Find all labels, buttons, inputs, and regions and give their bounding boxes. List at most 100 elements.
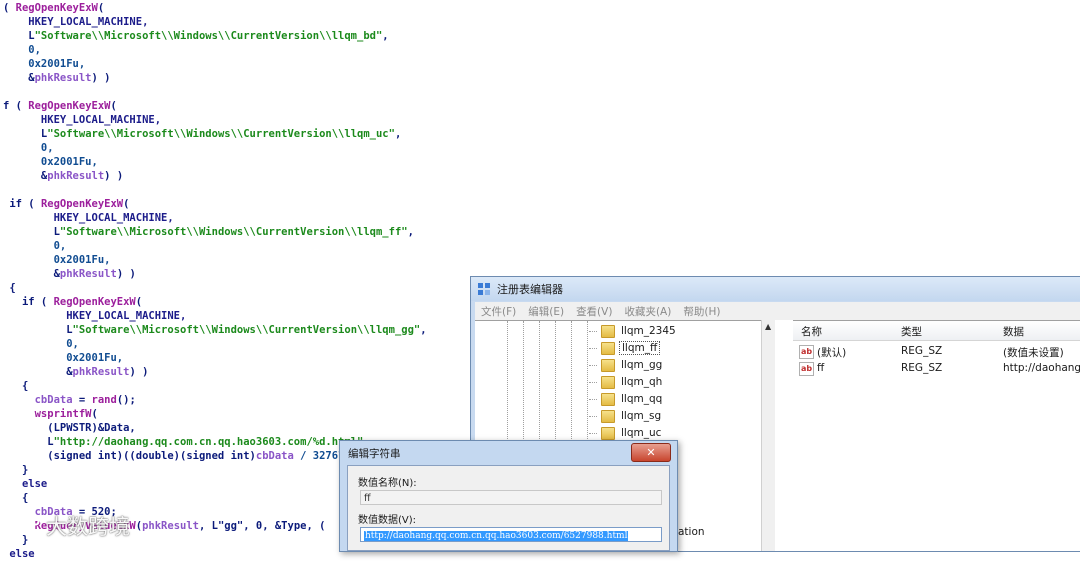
code-token: "Software\\Microsoft\\Windows\\CurrentVe… bbox=[34, 30, 383, 42]
code-token: cbData bbox=[255, 450, 294, 462]
code-token: L bbox=[3, 324, 73, 336]
code-token: HKEY_LOCAL_MACHINE, bbox=[3, 310, 187, 322]
code-token: wsprintfW bbox=[34, 408, 92, 420]
code-token: phkResult bbox=[59, 268, 117, 280]
code-token: ( bbox=[3, 2, 16, 14]
code-line: HKEY_LOCAL_MACHINE, bbox=[3, 113, 161, 127]
code-token: ) ) bbox=[129, 366, 149, 378]
tree-item-llqm-uc[interactable]: llqm_uc bbox=[589, 425, 663, 441]
folder-icon bbox=[601, 341, 615, 355]
code-token: 0x2001Fu, bbox=[3, 156, 98, 168]
code-line: 0, bbox=[3, 337, 79, 351]
folder-icon bbox=[601, 426, 615, 440]
value-row[interactable]: ab ff REG_SZ http://daohang. bbox=[793, 360, 1080, 377]
watermark: 大数跨境 bbox=[8, 512, 130, 540]
code-token: = bbox=[72, 394, 92, 406]
tree-item-llqm-sg[interactable]: llqm_sg bbox=[589, 408, 663, 424]
code-line: ( RegOpenKeyExW( bbox=[3, 1, 104, 15]
code-token: ( bbox=[123, 198, 130, 210]
string-value-icon: ab bbox=[799, 362, 814, 376]
code-line: if ( RegOpenKeyExW( bbox=[3, 295, 142, 309]
code-line: HKEY_LOCAL_MACHINE, bbox=[3, 15, 148, 29]
code-token: ( bbox=[97, 2, 105, 14]
code-token: , bbox=[407, 226, 414, 238]
code-token: 0, bbox=[3, 338, 79, 350]
code-token: ( bbox=[91, 408, 98, 420]
column-header-type[interactable]: 类型 bbox=[901, 324, 922, 339]
code-line: &phkResult) ) bbox=[3, 71, 110, 85]
code-token: ) ) bbox=[104, 170, 124, 182]
code-token: } bbox=[3, 464, 29, 476]
code-token: HKEY_LOCAL_MACHINE, bbox=[3, 16, 149, 28]
tree-scrollbar[interactable]: ▲ bbox=[761, 320, 776, 551]
code-token: L bbox=[3, 30, 35, 42]
folder-icon bbox=[601, 358, 615, 372]
code-token: rand bbox=[91, 394, 117, 406]
code-token: 0, bbox=[3, 240, 67, 252]
code-token: "Software\\Microsoft\\Windows\\CurrentVe… bbox=[59, 226, 408, 238]
code-token: & bbox=[3, 72, 35, 84]
value-data-field[interactable]: http://daohang.qq.com.cn.qq.hao3603.com/… bbox=[360, 527, 662, 542]
code-token: L bbox=[3, 128, 48, 140]
tree-item-llqm-qq[interactable]: llqm_qq bbox=[589, 391, 664, 407]
tree-item-llqm-2345[interactable]: llqm_2345 bbox=[589, 323, 678, 339]
value-data: (数值未设置) bbox=[1003, 347, 1064, 359]
code-token: 0x2001Fu, bbox=[3, 352, 124, 364]
menu-help[interactable]: 帮助(H) bbox=[677, 304, 726, 319]
dialog-body: 数值名称(N): ff 数值数据(V): http://daohang.qq.c… bbox=[347, 465, 670, 551]
menu-view[interactable]: 查看(V) bbox=[570, 304, 618, 319]
menu-favorites[interactable]: 收藏夹(A) bbox=[618, 304, 677, 319]
value-name-label: 数值名称(N): bbox=[358, 478, 417, 489]
registry-values-list[interactable]: 名称 类型 数据 ab (默认) REG_SZ (数值未设置) ab ff RE… bbox=[793, 320, 1080, 551]
watermark-text: 大数跨境 bbox=[46, 515, 130, 539]
regedit-titlebar[interactable]: 注册表编辑器 bbox=[471, 277, 1080, 301]
code-line: &phkResult) ) bbox=[3, 365, 148, 379]
code-line: f ( RegOpenKeyExW( bbox=[3, 99, 117, 113]
code-token: cbData bbox=[34, 394, 73, 406]
dialog-titlebar[interactable]: 编辑字符串 ✕ bbox=[340, 441, 677, 465]
code-line: cbData = rand(); bbox=[3, 393, 136, 407]
string-value-icon: ab bbox=[799, 345, 814, 359]
pane-splitter[interactable] bbox=[775, 320, 793, 551]
code-token: if ( bbox=[3, 198, 41, 210]
code-line: 0, bbox=[3, 43, 41, 57]
code-token: else bbox=[3, 548, 35, 560]
code-line: 0x2001Fu, bbox=[3, 155, 98, 169]
code-line: &phkResult) ) bbox=[3, 169, 123, 183]
code-line: HKEY_LOCAL_MACHINE, bbox=[3, 309, 186, 323]
column-header-data[interactable]: 数据 bbox=[1003, 324, 1024, 339]
code-token: L bbox=[3, 226, 60, 238]
scroll-up-arrow-icon[interactable]: ▲ bbox=[765, 322, 771, 331]
folder-icon bbox=[601, 375, 615, 389]
code-token: else bbox=[3, 478, 48, 490]
column-header-name[interactable]: 名称 bbox=[801, 324, 822, 339]
code-token: RegOpenKeyExW bbox=[53, 296, 136, 308]
value-type: REG_SZ bbox=[901, 362, 943, 374]
value-row[interactable]: ab (默认) REG_SZ (数值未设置) bbox=[793, 343, 1080, 360]
menu-edit[interactable]: 编辑(E) bbox=[522, 304, 570, 319]
partial-background-text: ation bbox=[678, 526, 705, 538]
value-name-field[interactable]: ff bbox=[360, 490, 662, 505]
code-line: 0x2001Fu, bbox=[3, 253, 111, 267]
code-token: L bbox=[3, 436, 54, 448]
tree-item-llqm-gg[interactable]: llqm_gg bbox=[589, 357, 664, 373]
watermark-logo-icon bbox=[8, 513, 42, 540]
code-token: (LPWSTR)&Data, bbox=[3, 422, 136, 434]
code-line: 0, bbox=[3, 141, 54, 155]
menu-file[interactable]: 文件(F) bbox=[475, 304, 522, 319]
close-button[interactable]: ✕ bbox=[631, 443, 671, 462]
code-token: 0, bbox=[3, 44, 41, 56]
value-name: ff bbox=[817, 362, 825, 374]
value-type: REG_SZ bbox=[901, 345, 943, 357]
code-token: { bbox=[3, 492, 29, 504]
code-token: ( bbox=[135, 296, 143, 308]
code-token: HKEY_LOCAL_MACHINE, bbox=[3, 212, 174, 224]
code-line: L"Software\\Microsoft\\Windows\\CurrentV… bbox=[3, 29, 388, 43]
code-line: 0x2001Fu, bbox=[3, 351, 123, 365]
code-token: , bbox=[394, 128, 402, 140]
tree-item-llqm-ff[interactable]: llqm_ff bbox=[589, 340, 661, 356]
code-line: { bbox=[3, 379, 28, 393]
code-token: phkResult bbox=[72, 366, 130, 378]
tree-item-llqm-qh[interactable]: llqm_qh bbox=[589, 374, 664, 390]
